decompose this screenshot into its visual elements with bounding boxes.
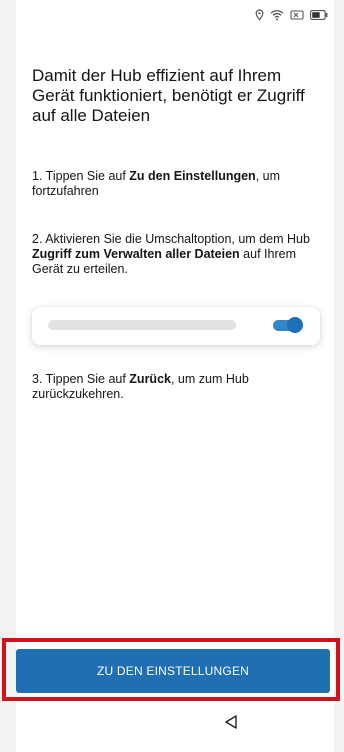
sim-icon <box>290 9 304 21</box>
instruction-step-2: 2. Aktivieren Sie die Umschaltoption, um… <box>32 232 320 277</box>
toggle-switch-illustration <box>273 317 303 333</box>
page-heading: Damit der Hub effizient auf Ihrem Gerät … <box>32 66 305 125</box>
toggle-thumb <box>287 317 303 333</box>
step-2-text: 2. Aktivieren Sie die Umschaltoption, um… <box>32 232 310 246</box>
back-triangle-icon[interactable] <box>222 713 240 731</box>
go-to-settings-button[interactable]: ZU DEN EINSTELLUNGEN <box>16 649 330 693</box>
battery-icon <box>310 10 328 20</box>
instruction-step-3: 3. Tippen Sie auf Zurück, um zum Hub zur… <box>32 372 320 402</box>
step-2-emphasis: Zugriff zum Verwalten aller Dateien <box>32 247 240 261</box>
location-icon <box>255 9 264 21</box>
step-3-emphasis: Zurück <box>129 372 171 386</box>
step-1-text: 1. Tippen Sie auf <box>32 169 130 183</box>
status-bar <box>255 8 328 22</box>
step-3-text: 3. Tippen Sie auf <box>32 372 130 386</box>
step-1-emphasis: Zu den Einstellungen <box>129 169 256 183</box>
toggle-illustration-card <box>32 307 320 345</box>
setting-label-placeholder <box>48 320 236 330</box>
instruction-step-1: 1. Tippen Sie auf Zu den Einstellungen, … <box>32 169 320 199</box>
wifi-icon <box>270 9 284 21</box>
